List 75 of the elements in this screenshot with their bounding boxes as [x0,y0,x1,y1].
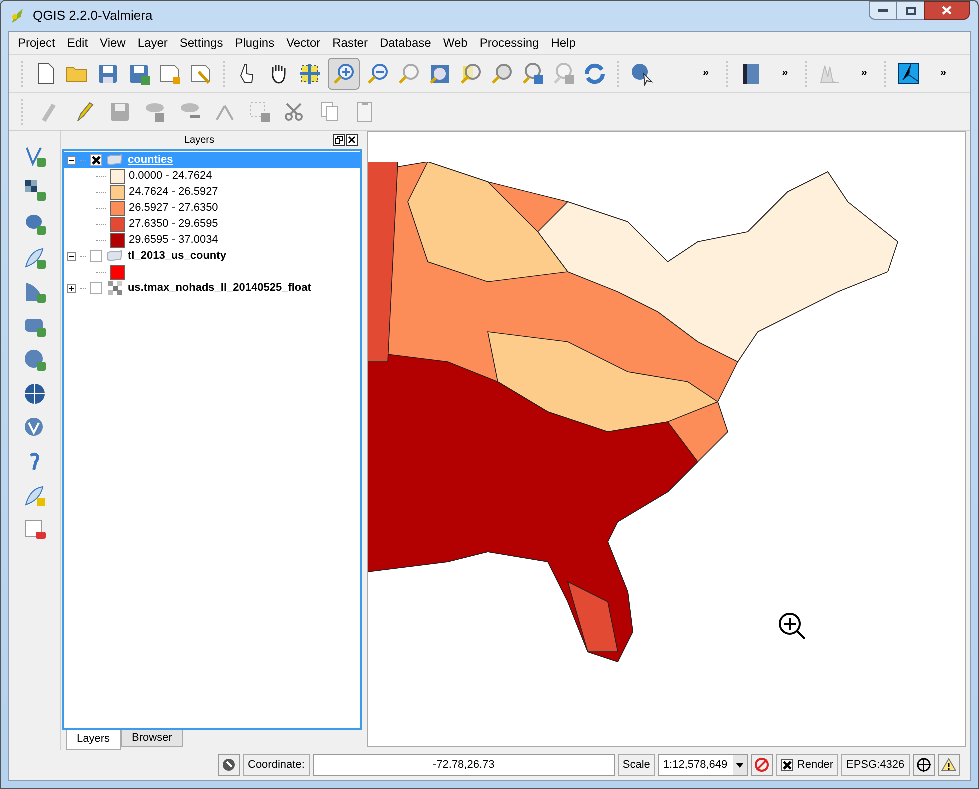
minimize-button[interactable] [869,1,897,20]
close-button[interactable] [924,1,970,20]
panel-tab[interactable]: Layers [66,730,122,750]
legend-label: 24.7624 - 26.5927 [129,184,218,200]
layer-row[interactable]: tl_2013_us_county [64,248,360,264]
float-panel-button[interactable] [332,134,345,146]
identify-icon[interactable] [630,62,654,86]
plus-icon [68,284,75,292]
close-icon [942,6,952,15]
menu-item[interactable]: Help [551,34,576,52]
add-raster-layer-icon[interactable] [22,178,46,202]
legend-label: 26.5927 - 27.6350 [129,200,218,216]
render-checkbox[interactable]: Render [776,754,838,776]
polygon-layer-icon [107,250,123,262]
legend-label: 0.0000 - 24.7624 [129,168,212,184]
menu-item[interactable]: Layer [138,34,168,52]
scale-label: Scale [618,754,656,776]
toolbar-overflow-button[interactable]: » [774,65,796,82]
expand-toggle[interactable] [67,156,76,164]
layer-name: tl_2013_us_county [128,248,226,264]
zoom-in-button[interactable] [328,58,360,90]
toolbar-overflow-button[interactable]: » [695,65,718,82]
close-icon [348,136,356,144]
layer-name: us.tmax_nohads_ll_20140525_float [128,280,312,296]
legend-label: 27.6350 - 29.6595 [129,216,218,232]
float-window-icon [334,136,343,144]
projection-button[interactable] [912,754,935,776]
warning-button[interactable] [938,754,960,776]
menu-item[interactable]: View [100,34,126,52]
coordinate-field[interactable]: -72.78,26.73 [312,754,615,776]
window-title: QGIS 2.2.0-Valmiera [33,7,153,26]
coordinate-label: Coordinate: [243,754,310,776]
zoom-in-cursor-icon [778,612,808,642]
cross-mark-icon [92,156,100,164]
close-panel-button[interactable] [346,134,358,146]
layer-checkbox[interactable] [90,250,102,262]
globe-icon [916,757,932,773]
panel-title: Layers [184,134,214,148]
caret-icon [736,762,744,768]
menu-item[interactable]: Web [443,34,468,52]
toolbar-overflow-button[interactable]: » [932,65,954,82]
layer-name: counties [128,152,174,168]
warning-icon [940,758,957,772]
map-canvas[interactable] [367,131,966,747]
zoom-selection-icon[interactable] [459,62,483,86]
pan-to-selection-icon[interactable] [298,62,322,86]
menu-item[interactable]: Vector [286,34,321,52]
zoom-in-icon [332,62,356,86]
layer-checkbox[interactable] [90,282,102,294]
expand-toggle[interactable] [67,252,76,260]
menu-item[interactable]: Database [380,34,432,52]
panel-tab[interactable]: Browser [121,730,184,747]
zoom-out-icon[interactable] [366,62,390,86]
raster-layer-icon [108,281,122,295]
messages-button[interactable] [218,754,240,776]
menu-item[interactable]: Plugins [235,34,275,52]
polygon-layer-icon [107,154,123,166]
scale-dropdown[interactable]: 1:12,578,649 [658,754,748,776]
layer-row[interactable]: us.tmax_nohads_ll_20140525_float [64,280,360,296]
app-logo-icon [9,7,25,25]
expand-toggle[interactable] [67,284,76,292]
delete-selected-icon[interactable] [248,100,272,124]
menu-item[interactable]: Edit [67,34,88,52]
refresh-icon[interactable] [583,62,607,86]
layer-checkbox[interactable] [90,154,102,166]
menu-item[interactable]: Processing [480,34,540,52]
stop-render-button[interactable] [751,754,774,776]
toolbar-overflow-button[interactable]: » [853,65,876,82]
menu-item[interactable]: Settings [180,34,224,52]
legend-label: 29.6595 - 37.0034 [129,232,218,248]
crs-button[interactable]: EPSG:4326 [841,754,910,776]
menu-item[interactable]: Project [18,34,56,52]
cross-mark-icon [782,760,792,770]
menu-item[interactable]: Raster [332,34,368,52]
maximize-button[interactable] [897,1,924,20]
